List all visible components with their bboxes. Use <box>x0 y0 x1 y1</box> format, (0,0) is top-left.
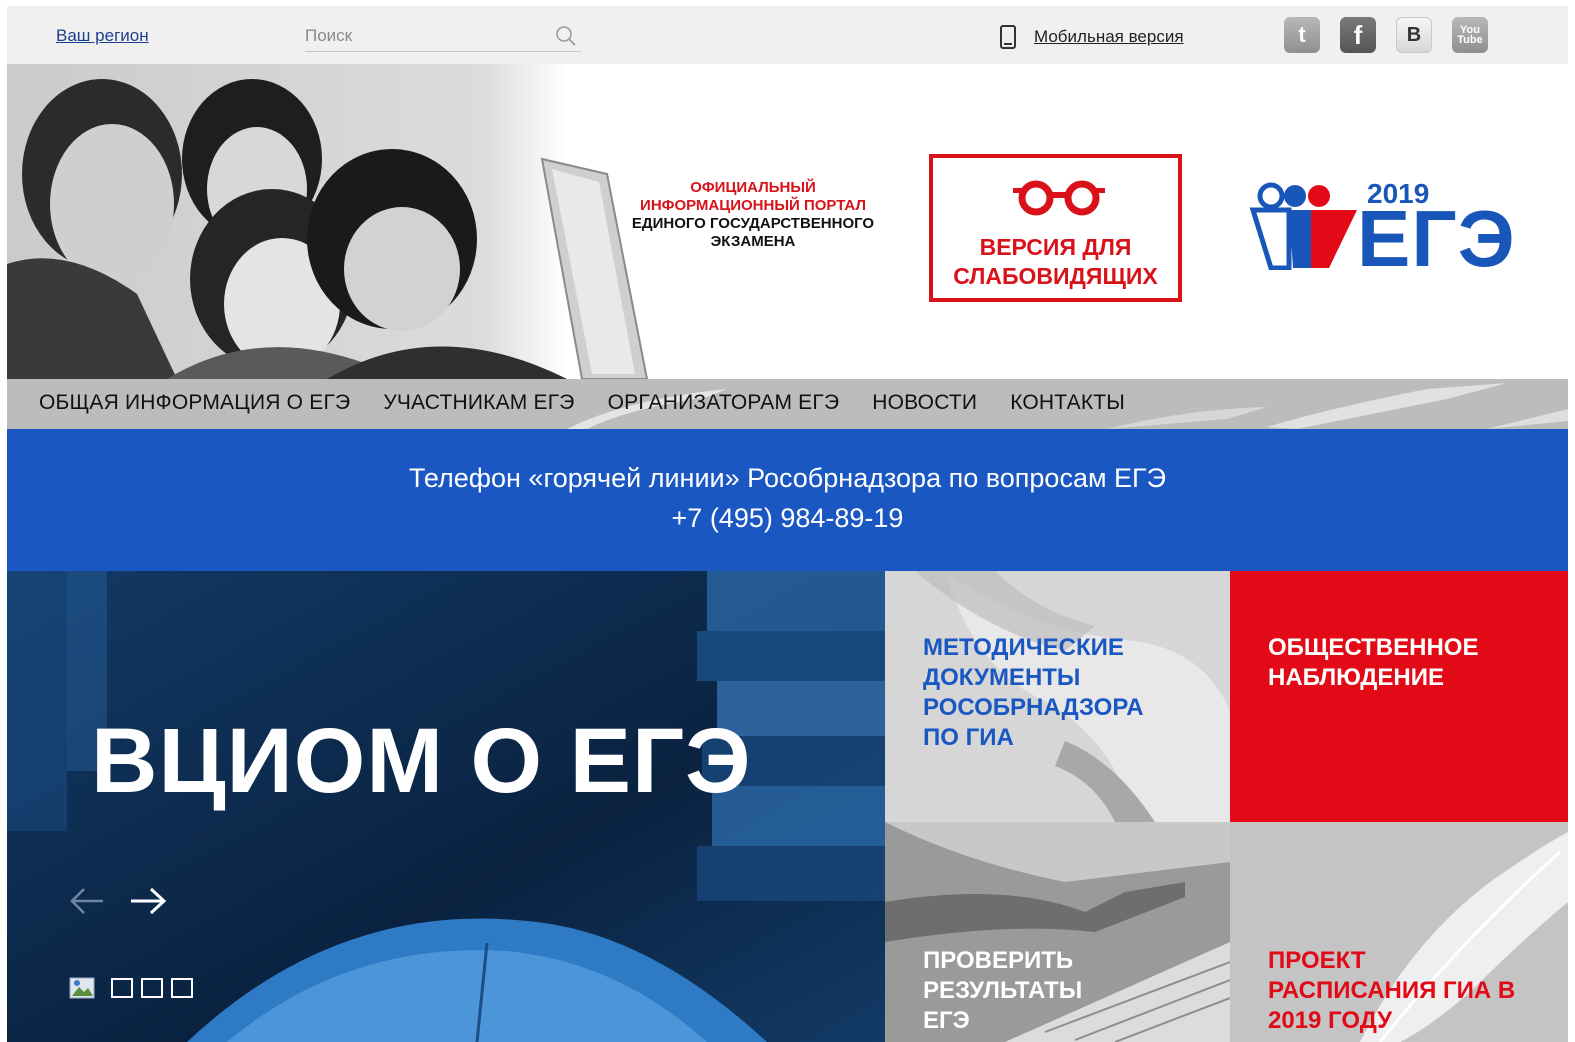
portal-title-line: ЕДИНОГО ГОСУДАРСТВЕННОГО <box>631 215 875 232</box>
slider-pagination <box>69 977 201 999</box>
site-header: ОФИЦИАЛЬНЫЙ ИНФОРМАЦИОННЫЙ ПОРТАЛ ЕДИНОГ… <box>7 64 1568 379</box>
slide-dot[interactable] <box>141 978 163 998</box>
vkontakte-icon[interactable]: B <box>1396 17 1432 53</box>
top-bar: Ваш регион Мобильная версия t f B You Tu… <box>7 6 1568 64</box>
nav-item-general-info[interactable]: ОБЩАЯ ИНФОРМАЦИЯ О ЕГЭ <box>39 391 350 415</box>
tile-title-line: 2019 ГОДУ <box>1268 1007 1393 1034</box>
hero-title: ВЦИОМ О ЕГЭ <box>91 710 752 812</box>
tile-title-line: ЕГЭ <box>923 1007 970 1034</box>
search-box <box>305 22 581 52</box>
nav-item-news[interactable]: НОВОСТИ <box>872 391 977 415</box>
students-photo <box>7 64 649 379</box>
low-vision-label: ВЕРСИЯ ДЛЯ СЛАБОВИДЯЩИХ <box>933 233 1178 291</box>
portal-title-line: ЭКЗАМЕНА <box>710 233 796 250</box>
main-navigation: ОБЩАЯ ИНФОРМАЦИЯ О ЕГЭ УЧАСТНИКАМ ЕГЭ ОР… <box>7 379 1568 429</box>
slide-dot[interactable] <box>171 978 193 998</box>
nav-items: ОБЩАЯ ИНФОРМАЦИЯ О ЕГЭ УЧАСТНИКАМ ЕГЭ ОР… <box>39 391 1158 415</box>
portal-title-line: ИНФОРМАЦИОННЫЙ ПОРТАЛ <box>640 197 866 214</box>
mobile-phone-icon <box>1000 25 1016 49</box>
tile-title-line: ОБЩЕСТВЕННОЕ <box>1268 634 1479 661</box>
tile-title-line: ПО ГИА <box>923 724 1014 751</box>
tile-title-line: МЕТОДИЧЕСКИЕ <box>923 634 1124 661</box>
glasses-icon <box>1013 180 1105 216</box>
nav-item-contacts[interactable]: КОНТАКТЫ <box>1010 391 1125 415</box>
tile-title: ПРОЕКТ РАСПИСАНИЯ ГИА В 2019 ГОДУ <box>1268 946 1515 1036</box>
slide-dot-active-icon[interactable] <box>69 977 95 999</box>
tile-title-line: ПРОВЕРИТЬ <box>923 947 1074 974</box>
tile-title: ОБЩЕСТВЕННОЕ НАБЛЮДЕНИЕ <box>1268 633 1478 693</box>
region-link[interactable]: Ваш регион <box>56 26 149 46</box>
search-icon[interactable] <box>555 25 577 47</box>
hotline-title: Телефон «горячей линии» Рособрнадзора по… <box>408 463 1167 493</box>
hotline-banner: Телефон «горячей линии» Рособрнадзора по… <box>7 429 1568 571</box>
ege-logo[interactable]: 2019 ЕГЭ <box>1249 174 1515 284</box>
nav-item-participants[interactable]: УЧАСТНИКАМ ЕГЭ <box>383 391 574 415</box>
ege-logo-figures <box>1249 182 1357 270</box>
search-input[interactable] <box>305 22 545 50</box>
tile-title-line: РАСПИСАНИЯ ГИА В <box>1268 977 1516 1004</box>
tile-title-line: ПРОЕКТ <box>1268 947 1366 974</box>
tile-public-observation[interactable]: ОБЩЕСТВЕННОЕ НАБЛЮДЕНИЕ <box>1230 571 1568 822</box>
tile-title: МЕТОДИЧЕСКИЕ ДОКУМЕНТЫ РОСОБРНАДЗОРА ПО … <box>923 633 1144 753</box>
low-vision-button[interactable]: ВЕРСИЯ ДЛЯ СЛАБОВИДЯЩИХ <box>929 154 1182 302</box>
hotline-phone: +7 (495) 984-89-19 <box>671 503 904 533</box>
tile-title-line: РОСОБРНАДЗОРА <box>923 694 1144 721</box>
tile-title: ПРОВЕРИТЬ РЕЗУЛЬТАТЫ ЕГЭ <box>923 946 1082 1036</box>
portal-title-line: ОФИЦИАЛЬНЫЙ <box>690 179 816 196</box>
portal-title: ОФИЦИАЛЬНЫЙ ИНФОРМАЦИОННЫЙ ПОРТАЛ ЕДИНОГ… <box>607 179 899 251</box>
ege-logo-word: ЕГЭ <box>1357 194 1516 283</box>
twitter-icon[interactable]: t <box>1284 17 1320 53</box>
mobile-version: Мобильная версия <box>1000 24 1184 50</box>
tile-title-line: РЕЗУЛЬТАТЫ <box>923 977 1083 1004</box>
tile-methodical-documents[interactable]: МЕТОДИЧЕСКИЕ ДОКУМЕНТЫ РОСОБРНАДЗОРА ПО … <box>885 571 1230 822</box>
tile-check-results[interactable]: ПРОВЕРИТЬ РЕЗУЛЬТАТЫ ЕГЭ <box>885 822 1230 1042</box>
tile-title-line: ДОКУМЕНТЫ <box>923 664 1081 691</box>
facebook-icon[interactable]: f <box>1340 17 1376 53</box>
low-vision-label-line: ВЕРСИЯ ДЛЯ <box>979 234 1132 260</box>
tile-title-line: НАБЛЮДЕНИЕ <box>1268 664 1445 691</box>
tile-schedule-project[interactable]: ПРОЕКТ РАСПИСАНИЯ ГИА В 2019 ГОДУ <box>1230 822 1568 1042</box>
nav-item-organizers[interactable]: ОРГАНИЗАТОРАМ ЕГЭ <box>608 391 840 415</box>
hero-slider[interactable]: ВЦИОМ О ЕГЭ <box>7 571 885 1042</box>
low-vision-label-line: СЛАБОВИДЯЩИХ <box>953 263 1158 289</box>
arrow-left-icon[interactable] <box>69 886 105 916</box>
slide-dot[interactable] <box>111 978 133 998</box>
mobile-version-link[interactable]: Мобильная версия <box>1034 27 1184 47</box>
youtube-icon[interactable]: You Tube <box>1452 17 1488 53</box>
arrow-right-icon[interactable] <box>129 886 167 916</box>
